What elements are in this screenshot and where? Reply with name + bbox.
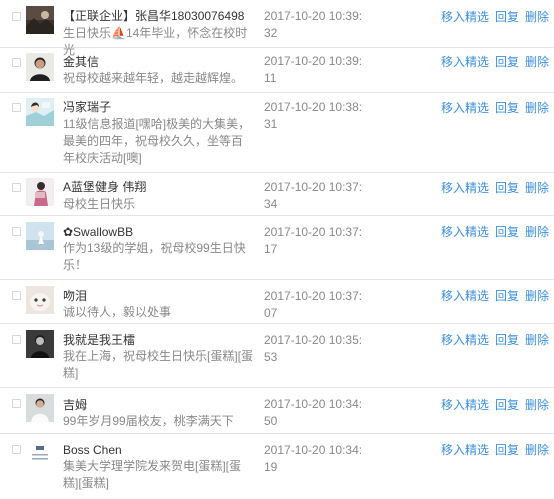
delete-button[interactable]: 删除: [525, 443, 549, 457]
reply-button[interactable]: 回复: [495, 55, 519, 69]
comment-time: 2017-10-20 10:39:11: [264, 54, 363, 85]
comment-text: 集美大学理学院发来贺电[蛋糕][蛋糕][蛋糕]: [63, 459, 242, 490]
delete-button[interactable]: 删除: [525, 10, 549, 24]
feature-button[interactable]: 移入精选: [441, 333, 489, 347]
comment-time: 2017-10-20 10:39:32: [264, 9, 363, 40]
delete-button[interactable]: 删除: [525, 398, 549, 412]
delete-button[interactable]: 删除: [525, 289, 549, 303]
feature-button[interactable]: 移入精选: [441, 398, 489, 412]
row-checkbox[interactable]: [12, 445, 21, 454]
feature-button[interactable]: 移入精选: [441, 10, 489, 24]
feature-button[interactable]: 移入精选: [441, 55, 489, 69]
row-actions: 移入精选 回复 删除: [441, 442, 549, 458]
feature-button[interactable]: 移入精选: [441, 443, 489, 457]
avatar-bw-portrait[interactable]: [26, 330, 54, 358]
comment-author[interactable]: 【正联企业】张昌华18030076498: [63, 8, 258, 24]
comment-row: Boss Chen 集美大学理学院发来贺电[蛋糕][蛋糕][蛋糕] 2017-1…: [0, 434, 554, 499]
comment-row: 【正联企业】张昌华18030076498 生日快乐⛵14年毕业，怀念在校时光 2…: [0, 0, 554, 57]
comment-author[interactable]: A蓝堡健身 伟翔: [63, 179, 258, 195]
comment-author[interactable]: 吻泪: [63, 288, 258, 304]
row-checkbox[interactable]: [12, 399, 21, 408]
comment-text: 我在上海，祝母校生日快乐[蛋糕][蛋糕]: [63, 349, 254, 380]
comment-time: 2017-10-20 10:37:34: [264, 180, 363, 211]
avatar-sky[interactable]: [26, 222, 54, 250]
comment-row: 金其信 祝母校越来越年轻，越走越辉煌。 2017-10-20 10:39:11 …: [0, 48, 554, 93]
comment-author[interactable]: Boss Chen: [63, 442, 258, 458]
avatar-anime[interactable]: [26, 98, 54, 126]
row-checkbox[interactable]: [12, 291, 21, 300]
comment-author[interactable]: 我就是我王檑: [63, 332, 258, 348]
row-checkbox[interactable]: [12, 12, 21, 21]
feature-button[interactable]: 移入精选: [441, 289, 489, 303]
comment-row: 吉姆 99年岁月99届校友，桃李满天下 2017-10-20 10:34:50 …: [0, 388, 554, 434]
reply-button[interactable]: 回复: [495, 443, 519, 457]
reply-button[interactable]: 回复: [495, 333, 519, 347]
row-checkbox[interactable]: [12, 183, 21, 192]
comment-time: 2017-10-20 10:34:50: [264, 397, 363, 428]
row-actions: 移入精选 回复 删除: [441, 224, 549, 240]
delete-button[interactable]: 删除: [525, 101, 549, 115]
row-actions: 移入精选 回复 删除: [441, 54, 549, 70]
comment-text: 母校生日快乐: [63, 197, 136, 211]
row-checkbox[interactable]: [12, 58, 21, 67]
feature-button[interactable]: 移入精选: [441, 181, 489, 195]
comment-row: ✿SwallowBB 作为13级的学姐，祝母校99生日快乐！ 2017-10-2…: [0, 216, 554, 280]
row-actions: 移入精选 回复 删除: [441, 100, 549, 116]
reply-button[interactable]: 回复: [495, 225, 519, 239]
feature-button[interactable]: 移入精选: [441, 225, 489, 239]
avatar-logo[interactable]: [26, 440, 54, 468]
comment-author[interactable]: 金其信: [63, 54, 258, 70]
comment-time: 2017-10-20 10:38:31: [264, 100, 363, 131]
comment-time: 2017-10-20 10:37:17: [264, 225, 363, 256]
avatar-fitness[interactable]: [26, 178, 54, 206]
comment-time: 2017-10-20 10:34:19: [264, 443, 363, 474]
row-actions: 移入精选 回复 删除: [441, 332, 549, 348]
row-actions: 移入精选 回复 删除: [441, 9, 549, 25]
comment-text: 99年岁月99届校友，桃李满天下: [63, 414, 234, 428]
row-actions: 移入精选 回复 删除: [441, 180, 549, 196]
delete-button[interactable]: 删除: [525, 181, 549, 195]
comment-row: A蓝堡健身 伟翔 母校生日快乐 2017-10-20 10:37:34 移入精选…: [0, 173, 554, 216]
comment-time: 2017-10-20 10:37:07: [264, 289, 363, 320]
comment-row: 我就是我王檑 我在上海，祝母校生日快乐[蛋糕][蛋糕] 2017-10-20 1…: [0, 324, 554, 388]
row-actions: 移入精选 回复 删除: [441, 397, 549, 413]
avatar-white-shirt[interactable]: [26, 394, 54, 422]
delete-button[interactable]: 删除: [525, 333, 549, 347]
row-actions: 移入精选 回复 删除: [441, 288, 549, 304]
comment-text: 祝母校越来越年轻，越走越辉煌。: [63, 71, 244, 85]
avatar-cat[interactable]: [26, 286, 54, 314]
row-checkbox[interactable]: [12, 227, 21, 236]
comment-text: 诚以待人，毅以处事: [63, 305, 172, 319]
comment-row: 冯家瑞子 11级信息报道[嘿哈]极美的大集美，最美的四年，祝母校久久，坐等百年校…: [0, 93, 554, 173]
avatar-portrait-man[interactable]: [26, 53, 54, 81]
comment-author[interactable]: 冯家瑞子: [63, 99, 258, 115]
delete-button[interactable]: 删除: [525, 55, 549, 69]
comment-time: 2017-10-20 10:35:53: [264, 333, 363, 364]
comment-author[interactable]: 吉姆: [63, 397, 258, 413]
reply-button[interactable]: 回复: [495, 10, 519, 24]
comment-text: 11级信息报道[嘿哈]极美的大集美，最美的四年，祝母校久久，坐等百年校庆活动[噢…: [63, 117, 251, 165]
reply-button[interactable]: 回复: [495, 398, 519, 412]
reply-button[interactable]: 回复: [495, 101, 519, 115]
reply-button[interactable]: 回复: [495, 289, 519, 303]
delete-button[interactable]: 删除: [525, 225, 549, 239]
feature-button[interactable]: 移入精选: [441, 101, 489, 115]
reply-button[interactable]: 回复: [495, 181, 519, 195]
comment-row: 吻泪 诚以待人，毅以处事 2017-10-20 10:37:07 移入精选 回复删…: [0, 280, 554, 324]
avatar-landscape[interactable]: [26, 6, 54, 34]
comment-text: 作为13级的学姐，祝母校99生日快乐！: [63, 241, 246, 272]
comment-author[interactable]: ✿SwallowBB: [63, 224, 258, 240]
row-checkbox[interactable]: [12, 103, 21, 112]
row-checkbox[interactable]: [12, 335, 21, 344]
